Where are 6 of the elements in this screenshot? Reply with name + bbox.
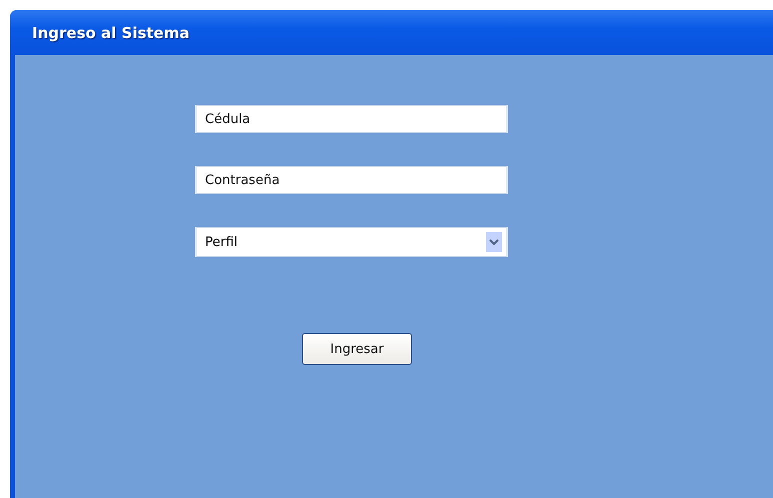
window-title: Ingreso al Sistema <box>32 24 190 42</box>
input-field[interactable]: Cédula <box>195 105 508 133</box>
dropdown-field[interactable]: Perfil <box>195 227 508 257</box>
chevron-down-icon <box>486 232 502 252</box>
login-button[interactable]: Ingresar <box>302 333 412 365</box>
input-field[interactable]: Contraseña <box>195 166 508 194</box>
